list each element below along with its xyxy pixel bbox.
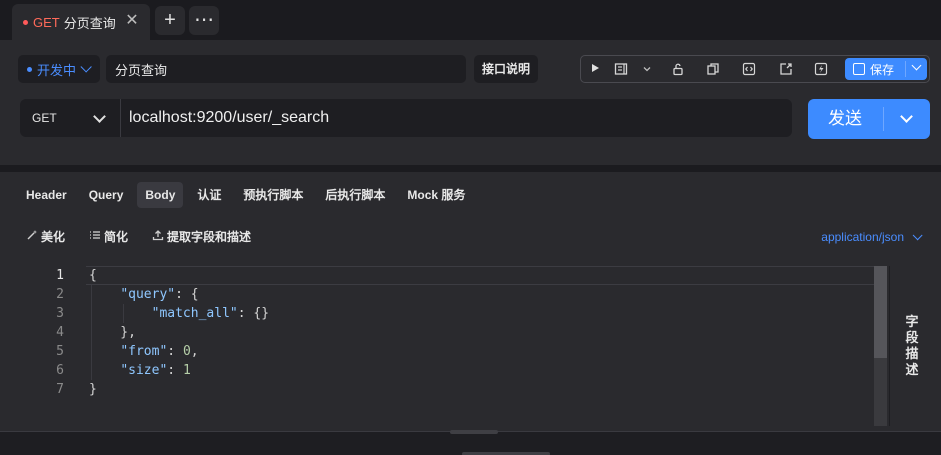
api-doc-button[interactable]: 接口说明 <box>474 55 538 83</box>
chevron-down-icon <box>93 110 106 123</box>
line-number-gutter: 1 2 3 4 5 6 7 <box>0 266 70 426</box>
tab-post-script[interactable]: 后执行脚本 <box>317 182 393 208</box>
environment-label: 开发中 <box>37 62 77 78</box>
env-dot-icon <box>27 66 32 72</box>
line-number: 5 <box>56 344 64 359</box>
content-type-label: application/json <box>821 230 904 244</box>
code-line: "from": 0, <box>120 344 199 359</box>
add-tab-button[interactable]: + <box>155 6 185 35</box>
more-tabs-button[interactable]: ⋯ <box>189 6 219 35</box>
content-type-select[interactable]: application/json <box>821 229 923 244</box>
tab-strip: GET 分页查询 ✕ + ⋯ <box>0 0 941 40</box>
code-line: "size": 1 <box>120 363 191 378</box>
tab-header[interactable]: Header <box>18 182 75 208</box>
tab-method: GET <box>33 14 60 30</box>
body-panel: Header Query Body 认证 预执行脚本 后执行脚本 Mock 服务… <box>0 172 941 455</box>
unsaved-dot-icon <box>23 19 28 25</box>
save-label: 保存 <box>870 62 895 77</box>
code-line: }, <box>89 325 136 340</box>
chevron-down-icon[interactable] <box>639 62 655 78</box>
request-subtabs: Header Query Body 认证 预执行脚本 后执行脚本 Mock 服务 <box>18 182 479 208</box>
unlock-icon[interactable] <box>670 62 686 78</box>
beautify-label: 美化 <box>41 230 66 244</box>
share-icon[interactable] <box>778 62 794 78</box>
code-line: { <box>89 268 97 283</box>
bottom-bar <box>0 430 941 455</box>
flash-icon[interactable] <box>813 62 829 78</box>
upload-icon <box>152 229 164 244</box>
copy-icon[interactable] <box>705 62 721 78</box>
chevron-down-icon <box>912 229 923 240</box>
chevron-down-icon[interactable] <box>900 110 913 123</box>
extract-label: 提取字段和描述 <box>167 230 252 244</box>
app-root: GET 分页查询 ✕ + ⋯ 开发中 分页查询 接口说明 保存 GET loca… <box>0 0 941 455</box>
chevron-down-icon[interactable] <box>911 60 922 71</box>
line-number: 7 <box>56 382 64 397</box>
field-description-label: 字段描述 <box>905 314 919 377</box>
line-number: 6 <box>56 363 64 378</box>
line-number: 2 <box>56 287 64 302</box>
field-description-panel[interactable]: 字段描述 <box>889 266 941 426</box>
url-input[interactable]: localhost:9200/user/_search <box>129 99 329 137</box>
tab-body[interactable]: Body <box>137 182 184 208</box>
tab-pre-script[interactable]: 预执行脚本 <box>235 182 311 208</box>
line-number: 3 <box>56 306 64 321</box>
play-icon[interactable] <box>587 62 603 78</box>
request-tab[interactable]: GET 分页查询 ✕ <box>12 4 150 40</box>
code-content[interactable]: { "query": { "match_all": {} }, "from": … <box>89 266 874 426</box>
extract-fields-button[interactable]: 提取字段和描述 <box>152 228 251 245</box>
scrollbar-thumb[interactable] <box>874 266 887 358</box>
tab-name: 分页查询 <box>63 15 116 31</box>
url-bar: GET localhost:9200/user/_search <box>20 99 792 137</box>
send-button[interactable]: 发送 <box>808 99 930 139</box>
request-name-input[interactable]: 分页查询 <box>106 55 466 83</box>
editor-scrollbar[interactable] <box>874 266 887 426</box>
save-divider <box>905 61 906 77</box>
method-select[interactable]: GET <box>20 99 121 137</box>
body-actions: 美化 简化 提取字段和描述 <box>26 228 275 245</box>
resize-handle[interactable] <box>450 430 498 434</box>
tab-query[interactable]: Query <box>81 182 132 208</box>
magic-wand-icon <box>26 229 38 244</box>
save-icon <box>853 63 865 75</box>
request-panel: 开发中 分页查询 接口说明 保存 GET localhost:9200/user… <box>0 40 941 165</box>
chevron-down-icon <box>80 61 92 73</box>
method-label: GET <box>32 111 57 125</box>
doc-view-icon[interactable] <box>613 62 629 78</box>
save-button[interactable]: 保存 <box>845 58 927 80</box>
send-divider <box>883 107 884 131</box>
code-icon[interactable] <box>741 62 757 78</box>
request-toolbar: 保存 <box>580 55 930 83</box>
code-line: "match_all": {} <box>151 306 270 321</box>
environment-selector[interactable]: 开发中 <box>18 55 100 83</box>
code-line: "query": { <box>120 287 199 302</box>
line-number: 1 <box>56 268 64 283</box>
line-number: 4 <box>56 325 64 340</box>
tab-mock[interactable]: Mock 服务 <box>399 182 473 208</box>
list-icon <box>89 229 101 244</box>
json-editor[interactable]: 1 2 3 4 5 6 7 { "query": { "match_all": … <box>0 266 887 426</box>
tab-auth[interactable]: 认证 <box>189 182 229 208</box>
simplify-button[interactable]: 简化 <box>89 228 128 245</box>
simplify-label: 简化 <box>104 230 129 244</box>
close-tab-icon[interactable]: ✕ <box>124 13 140 29</box>
send-label: 发送 <box>828 109 862 128</box>
code-line: } <box>89 382 97 397</box>
beautify-button[interactable]: 美化 <box>26 228 65 245</box>
